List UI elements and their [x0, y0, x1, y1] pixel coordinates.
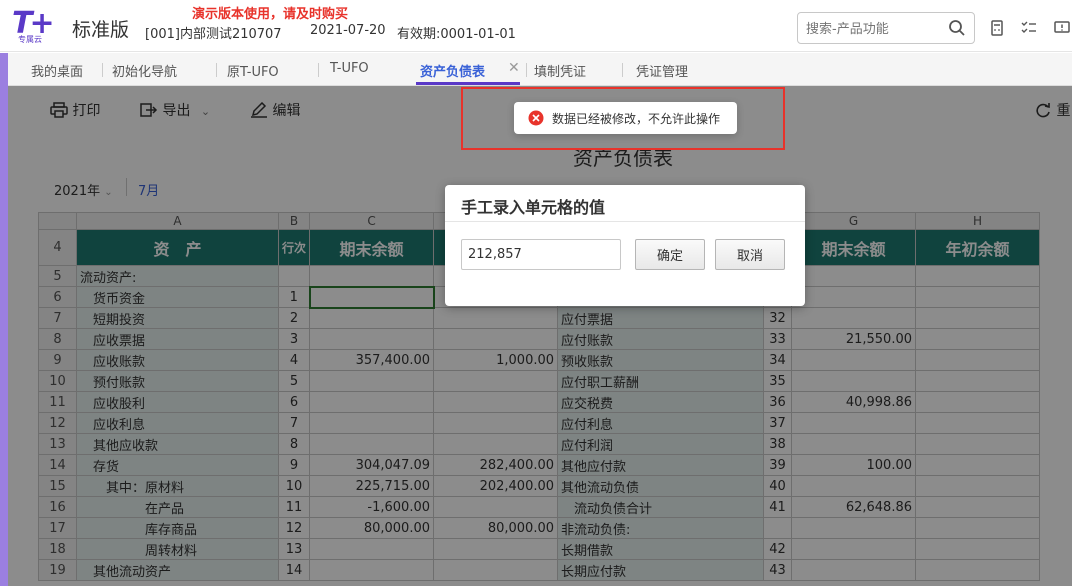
login-date: 2021-07-20 — [310, 23, 386, 38]
tab-voucher-manage[interactable]: 凭证管理 — [636, 61, 688, 80]
close-icon[interactable]: ✕ — [508, 60, 520, 76]
product-search[interactable] — [797, 12, 975, 44]
toast-message: 数据已经被修改，不允许此操作 — [552, 112, 721, 126]
tab-divider — [102, 63, 103, 77]
tab-my-desktop[interactable]: 我的桌面 — [31, 61, 83, 80]
confirm-button[interactable]: 确定 — [635, 239, 705, 270]
edition-label: 标准版 — [72, 19, 130, 41]
tab-old-tufo[interactable]: 原T-UFO — [227, 61, 279, 80]
tab-divider — [216, 63, 217, 77]
logo-subtitle: 专属云 — [18, 35, 42, 44]
calculator-icon[interactable] — [988, 19, 1006, 37]
active-tab-indicator — [416, 82, 520, 85]
tab-init-guide[interactable]: 初始化导航 — [112, 61, 177, 80]
validity-date: 有效期:0001-01-01 — [397, 27, 516, 42]
tab-divider — [318, 63, 319, 77]
tab-tufo[interactable]: T-UFO — [330, 61, 369, 76]
tab-divider — [526, 63, 527, 77]
left-accent-strip — [0, 53, 8, 586]
tab-fill-voucher[interactable]: 填制凭证 — [534, 61, 586, 80]
tab-bar: 我的桌面 初始化导航 原T-UFO T-UFO 资产负债表 ✕ 填制凭证 凭证管… — [8, 53, 1072, 86]
manual-entry-dialog: 手工录入单元格的值 确定 取消 — [445, 185, 805, 306]
search-icon[interactable] — [948, 19, 966, 37]
cell-value-input[interactable] — [461, 239, 621, 270]
dialog-divider — [445, 221, 805, 222]
cancel-button[interactable]: 取消 — [715, 239, 785, 270]
app-header: T+ 专属云 标准版 演示版本使用，请及时购买 [001]内部测试210707 … — [0, 0, 1072, 52]
tab-balance-sheet[interactable]: 资产负债表 — [420, 61, 485, 80]
message-icon[interactable] — [1053, 19, 1071, 37]
demo-warning: 演示版本使用，请及时购买 — [192, 7, 349, 22]
error-icon — [528, 110, 544, 126]
task-list-icon[interactable] — [1020, 19, 1038, 37]
account-name[interactable]: [001]内部测试210707 — [145, 23, 282, 42]
tab-divider — [622, 63, 623, 77]
error-toast: 数据已经被修改，不允许此操作 — [514, 102, 737, 134]
tplus-logo: T+ 专属云 — [12, 6, 68, 46]
modal-overlay — [8, 86, 1072, 586]
dialog-title: 手工录入单元格的值 — [461, 198, 606, 217]
search-input[interactable] — [806, 19, 946, 39]
